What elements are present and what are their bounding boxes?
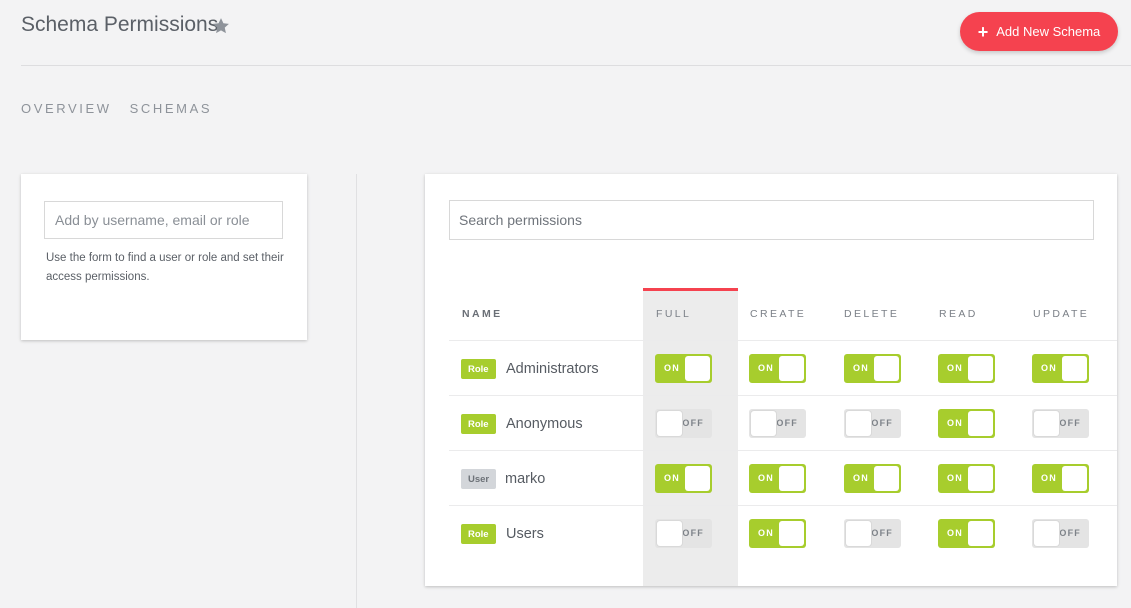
delete-toggle[interactable]: ON	[844, 354, 901, 383]
read-toggle[interactable]: ON	[938, 464, 995, 493]
column-divider	[356, 174, 357, 608]
toggle-label: ON	[664, 363, 680, 373]
toggle-knob	[968, 521, 993, 546]
column-header-name[interactable]: NAME	[462, 308, 503, 320]
section-tabs: OVERVIEW SCHEMAS	[21, 101, 212, 116]
table-row: Role Users OFF ON OFF ON OFF	[425, 506, 1117, 560]
full-toggle[interactable]: ON	[655, 464, 712, 493]
read-toggle[interactable]: ON	[938, 519, 995, 548]
toggle-label: OFF	[682, 418, 704, 428]
toggle-label: ON	[1041, 473, 1057, 483]
toggle-label: OFF	[682, 528, 704, 538]
row-name: marko	[505, 471, 546, 487]
toggle-label: OFF	[776, 418, 798, 428]
toggle-label: ON	[853, 363, 869, 373]
row-name: Administrators	[506, 361, 599, 377]
user-badge: User	[461, 469, 497, 489]
add-user-role-input[interactable]	[44, 201, 283, 239]
role-badge: Role	[461, 359, 496, 379]
toggle-knob	[779, 521, 804, 546]
create-toggle[interactable]: ON	[749, 464, 806, 493]
star-icon[interactable]	[211, 16, 231, 36]
toggle-knob	[874, 356, 899, 381]
row-name: Users	[506, 526, 544, 542]
read-toggle[interactable]: ON	[938, 354, 995, 383]
full-toggle[interactable]: OFF	[655, 409, 712, 438]
create-toggle[interactable]: ON	[749, 354, 806, 383]
toggle-label: ON	[947, 418, 963, 428]
toggle-label: ON	[758, 363, 774, 373]
toggle-knob	[685, 356, 710, 381]
create-toggle[interactable]: ON	[749, 519, 806, 548]
toggle-knob	[779, 466, 804, 491]
permissions-card: NAME FULL CREATE DELETE READ UPDATE Role…	[425, 174, 1117, 586]
page-title: Schema Permissions	[21, 13, 219, 36]
read-toggle[interactable]: ON	[938, 409, 995, 438]
update-toggle[interactable]: ON	[1032, 354, 1089, 383]
delete-toggle[interactable]: OFF	[844, 409, 901, 438]
role-badge: Role	[461, 414, 496, 434]
toggle-knob	[685, 466, 710, 491]
full-toggle[interactable]: OFF	[655, 519, 712, 548]
delete-toggle[interactable]: ON	[844, 464, 901, 493]
toggle-knob	[1062, 466, 1087, 491]
toggle-knob	[846, 411, 871, 436]
toggle-label: ON	[947, 363, 963, 373]
toggle-label: OFF	[1059, 418, 1081, 428]
toggle-label: ON	[853, 473, 869, 483]
column-header-update[interactable]: UPDATE	[1033, 308, 1089, 320]
table-row: User marko ON ON ON ON ON	[425, 451, 1117, 505]
toggle-label: OFF	[871, 418, 893, 428]
toggle-label: OFF	[1059, 528, 1081, 538]
search-permissions-input[interactable]	[449, 200, 1094, 240]
tab-overview[interactable]: OVERVIEW	[21, 101, 112, 116]
column-header-full[interactable]: FULL	[656, 308, 691, 320]
toggle-knob	[779, 356, 804, 381]
update-toggle[interactable]: OFF	[1032, 409, 1089, 438]
create-toggle[interactable]: OFF	[749, 409, 806, 438]
update-toggle[interactable]: ON	[1032, 464, 1089, 493]
toggle-knob	[968, 466, 993, 491]
toggle-knob	[1062, 356, 1087, 381]
toggle-knob	[1034, 521, 1059, 546]
toggle-label: ON	[758, 473, 774, 483]
add-form-help-text: Use the form to find a user or role and …	[46, 252, 284, 283]
role-badge: Role	[461, 524, 496, 544]
toggle-knob	[968, 411, 993, 436]
plus-icon: +	[977, 21, 989, 42]
tab-schemas[interactable]: SCHEMAS	[130, 101, 213, 116]
column-header-read[interactable]: READ	[939, 308, 978, 320]
column-header-create[interactable]: CREATE	[750, 308, 806, 320]
column-header-delete[interactable]: DELETE	[844, 308, 899, 320]
full-toggle[interactable]: ON	[655, 354, 712, 383]
header-divider	[21, 65, 1131, 66]
toggle-knob	[874, 466, 899, 491]
delete-toggle[interactable]: OFF	[844, 519, 901, 548]
page-header: Schema Permissions + Add New Schema	[0, 0, 1131, 66]
add-new-schema-label: Add New Schema	[996, 24, 1101, 39]
toggle-label: ON	[758, 528, 774, 538]
add-new-schema-button[interactable]: + Add New Schema	[960, 12, 1118, 51]
toggle-label: ON	[947, 528, 963, 538]
table-row: Role Administrators ON ON ON ON ON	[425, 341, 1117, 395]
update-toggle[interactable]: OFF	[1032, 519, 1089, 548]
toggle-knob	[968, 356, 993, 381]
row-name: Anonymous	[506, 416, 583, 432]
full-column-indicator	[643, 288, 738, 291]
toggle-knob	[846, 521, 871, 546]
toggle-label: ON	[1041, 363, 1057, 373]
toggle-knob	[1034, 411, 1059, 436]
toggle-label: ON	[947, 473, 963, 483]
toggle-label: ON	[664, 473, 680, 483]
add-permission-card: Use the form to find a user or role and …	[21, 174, 307, 340]
table-row: Role Anonymous OFF OFF OFF ON OFF	[425, 396, 1117, 450]
toggle-label: OFF	[871, 528, 893, 538]
toggle-knob	[657, 521, 682, 546]
toggle-knob	[657, 411, 682, 436]
toggle-knob	[751, 411, 776, 436]
